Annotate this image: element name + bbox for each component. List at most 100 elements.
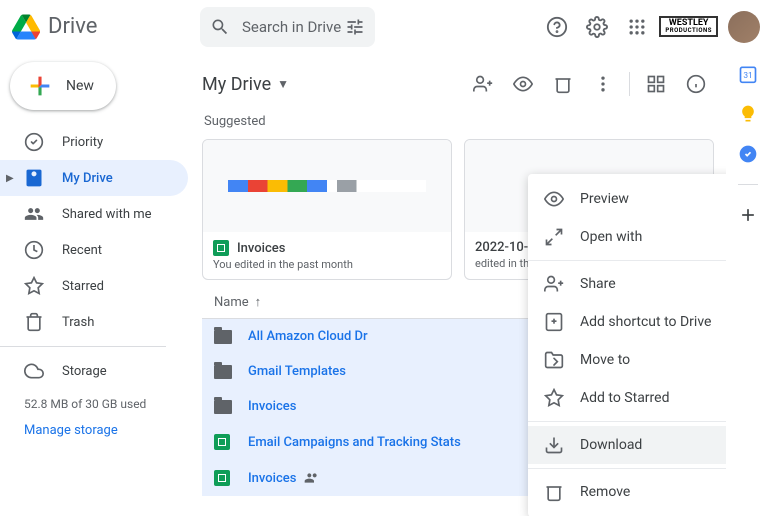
folder-icon xyxy=(214,400,234,414)
share-icon xyxy=(544,274,564,294)
help-icon[interactable] xyxy=(539,9,575,45)
sheets-icon xyxy=(214,470,234,486)
file-name: All Amazon Cloud Dr xyxy=(248,329,572,344)
apps-icon[interactable] xyxy=(619,9,655,45)
sidebar-item-label: Shared with me xyxy=(62,207,152,222)
menu-item-star[interactable]: Add to Starred xyxy=(528,379,726,417)
menu-item-eye[interactable]: Preview xyxy=(528,180,726,218)
file-name: Email Campaigns and Tracking Stats xyxy=(248,435,572,450)
menu-item-shortcut[interactable]: Add shortcut to Drive xyxy=(528,303,726,341)
sidebar-item-label: Storage xyxy=(62,364,107,379)
manage-storage-link[interactable]: Manage storage xyxy=(0,419,188,442)
menu-item-label: Add to Starred xyxy=(580,390,669,406)
menu-item-label: Download xyxy=(580,437,642,453)
add-panel-icon[interactable] xyxy=(738,205,758,225)
trash-icon xyxy=(544,482,564,502)
preview-button[interactable] xyxy=(505,66,541,102)
search-icon xyxy=(210,17,230,37)
sidebar-item-label: Trash xyxy=(62,315,94,330)
context-menu: Preview Open with▶ Share Add shortcut to Dr… xyxy=(528,174,726,516)
sidebar-item-priority[interactable]: Priority xyxy=(0,124,188,160)
suggested-title: Invoices xyxy=(237,241,285,256)
sidebar-item-mydrive[interactable]: ▶My Drive xyxy=(0,160,188,196)
sidebar-item-starred[interactable]: Starred xyxy=(0,268,188,304)
caret-down-icon: ▼ xyxy=(277,77,289,91)
menu-item-label: Open with xyxy=(580,229,642,245)
column-name[interactable]: Name↑ xyxy=(214,294,572,310)
keep-icon[interactable] xyxy=(738,104,758,124)
breadcrumb-label: My Drive xyxy=(202,74,271,95)
calendar-icon[interactable]: 31 xyxy=(738,64,758,84)
sidebar-item-shared[interactable]: Shared with me xyxy=(0,196,188,232)
suggested-label: Suggested xyxy=(204,114,714,129)
grid-view-button[interactable] xyxy=(638,66,674,102)
menu-item-open[interactable]: Open with▶ xyxy=(528,218,726,256)
search-placeholder: Search in Drive xyxy=(242,18,345,36)
tasks-icon[interactable] xyxy=(738,144,758,164)
sidebar-item-recent[interactable]: Recent xyxy=(0,232,188,268)
move-icon xyxy=(544,350,564,370)
menu-item-label: Move to xyxy=(580,352,630,368)
sheets-icon xyxy=(214,434,234,450)
sidebar-item-trash[interactable]: Trash xyxy=(0,304,188,340)
trash-icon xyxy=(24,312,44,332)
menu-item-share[interactable]: Share xyxy=(528,265,726,303)
download-icon xyxy=(544,435,564,455)
menu-item-label: Add shortcut to Drive xyxy=(580,314,711,330)
new-button[interactable]: New xyxy=(10,62,116,110)
sidebar-item-label: Starred xyxy=(62,279,104,294)
info-button[interactable] xyxy=(678,66,714,102)
drive-logo-icon xyxy=(12,13,40,41)
file-name: Invoices xyxy=(248,399,572,414)
shortcut-icon xyxy=(544,312,564,332)
eye-icon xyxy=(544,189,564,209)
shared-icon xyxy=(304,470,320,486)
sidebar-item-label: My Drive xyxy=(62,171,113,186)
header: Drive Search in Drive WESTLEYPRODUCTIONS xyxy=(0,0,768,54)
folder-icon xyxy=(214,330,234,344)
star-icon xyxy=(24,276,44,296)
star-icon xyxy=(544,388,564,408)
search-bar[interactable]: Search in Drive xyxy=(200,7,375,47)
logo-area[interactable]: Drive xyxy=(12,13,200,41)
storage-usage: 52.8 MB of 30 GB used xyxy=(0,389,188,419)
sidebar: New Priority ▶My Drive Shared with me Re… xyxy=(0,54,188,516)
app-name: Drive xyxy=(48,14,97,39)
avatar[interactable] xyxy=(728,11,760,43)
toolbar xyxy=(465,66,714,102)
new-button-label: New xyxy=(66,78,94,94)
menu-item-move[interactable]: Move to xyxy=(528,341,726,379)
cloud-icon xyxy=(24,361,44,381)
suggested-subtitle: You edited in the past month xyxy=(213,258,441,271)
menu-item-label: Remove xyxy=(580,484,630,500)
sidebar-item-label: Priority xyxy=(62,135,103,150)
breadcrumb[interactable]: My Drive ▼ xyxy=(202,74,289,95)
sidebar-item-storage[interactable]: Storage xyxy=(0,353,188,389)
plus-icon xyxy=(26,72,54,100)
content: My Drive ▼ Suggested Invoices You edited… xyxy=(188,54,726,516)
sheets-icon xyxy=(213,240,229,256)
menu-item-label: Share xyxy=(580,276,616,292)
side-panel: 31 xyxy=(726,54,768,516)
more-button[interactable] xyxy=(585,66,621,102)
share-button[interactable] xyxy=(465,66,501,102)
mydrive-icon xyxy=(24,168,44,188)
svg-text:31: 31 xyxy=(743,71,752,81)
suggested-card[interactable]: Invoices You edited in the past month xyxy=(202,139,452,280)
shared-icon xyxy=(24,204,44,224)
brand-logo[interactable]: WESTLEYPRODUCTIONS xyxy=(659,16,718,37)
priority-icon xyxy=(24,132,44,152)
recent-icon xyxy=(24,240,44,260)
menu-item-download[interactable]: Download xyxy=(528,426,726,464)
sidebar-item-label: Recent xyxy=(62,243,102,258)
menu-item-label: Preview xyxy=(580,191,629,207)
settings-icon[interactable] xyxy=(579,9,615,45)
menu-item-trash[interactable]: Remove xyxy=(528,473,726,511)
file-name: Gmail Templates xyxy=(248,364,572,379)
header-icons: WESTLEYPRODUCTIONS xyxy=(539,9,760,45)
nav: Priority ▶My Drive Shared with me Recent… xyxy=(0,124,188,389)
delete-button[interactable] xyxy=(545,66,581,102)
sort-arrow-icon: ↑ xyxy=(255,294,262,310)
open-icon xyxy=(544,227,564,247)
tune-icon[interactable] xyxy=(345,17,365,37)
